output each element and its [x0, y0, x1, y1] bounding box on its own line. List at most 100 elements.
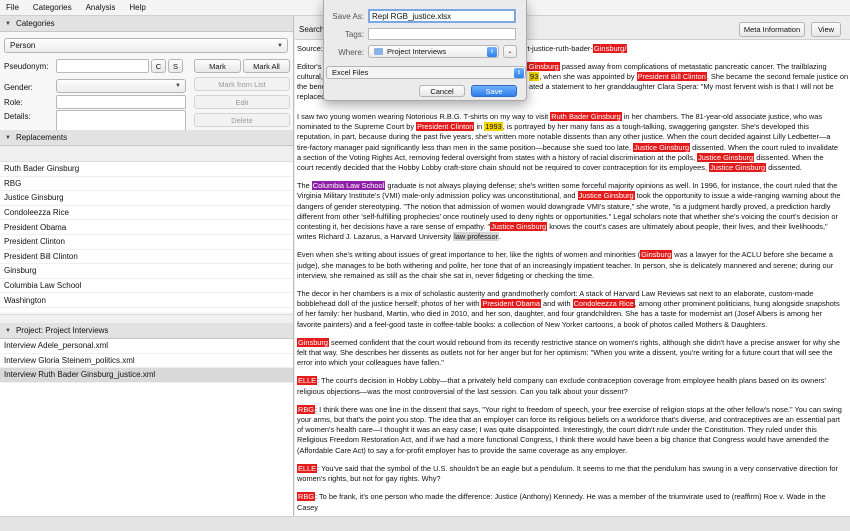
where-select[interactable]: Project Interviews ⇕ — [368, 45, 499, 58]
text-fragment: Even when she's writing about issues of … — [297, 250, 641, 260]
text-fragment: . — [499, 232, 502, 242]
role-input[interactable] — [56, 95, 186, 109]
highlight-date[interactable]: 1993 — [484, 122, 503, 132]
project-header[interactable]: ▼ Project: Project Interviews — [0, 323, 293, 339]
replacements-header-label: Replacements — [15, 133, 68, 142]
text-fragment: I saw two young women wearing Notorious … — [297, 112, 551, 121]
highlight-person[interactable]: President Obama — [481, 299, 541, 309]
where-select-value: Project Interviews — [387, 47, 447, 56]
highlight-date[interactable]: 93 — [529, 72, 540, 81]
save-button[interactable]: Save — [471, 85, 517, 97]
horizontal-scrollbar[interactable] — [0, 314, 293, 323]
save-as-label: Save As: — [332, 12, 364, 21]
delete-button[interactable]: Delete — [194, 113, 290, 127]
list-item[interactable]: RBG — [0, 177, 293, 192]
mark-all-button[interactable]: Mark All — [243, 59, 290, 73]
gender-select[interactable]: ▼ — [56, 79, 186, 93]
collapse-triangle-icon: ▼ — [5, 20, 11, 27]
collapse-triangle-icon: ▼ — [5, 327, 11, 334]
text-fragment: : I think there was one line in the diss… — [297, 404, 842, 455]
category-select-value: Person — [10, 41, 36, 50]
tags-label: Tags: — [344, 30, 364, 39]
highlight-person[interactable]: Justice Ginsburg — [490, 222, 548, 232]
tags-input[interactable] — [368, 28, 516, 40]
highlight-person[interactable]: Justice Ginsburg — [577, 191, 635, 201]
list-item[interactable]: President Clinton — [0, 235, 293, 250]
text-fragment: dissented. — [766, 163, 802, 173]
list-item[interactable]: Ginsburg — [0, 264, 293, 279]
source-label: Source: — [297, 44, 323, 53]
cancel-button[interactable]: Cancel — [419, 85, 465, 97]
menu-file[interactable]: File — [6, 3, 19, 12]
highlight-person[interactable]: Condoleezza Rice — [572, 299, 635, 309]
role-label: Role: — [4, 98, 23, 107]
list-item[interactable]: Columbia Law School — [0, 279, 293, 294]
s-button[interactable]: S — [168, 59, 183, 73]
document-text: Editor's cultural, the bench replaced de… — [297, 62, 848, 521]
paragraph: RBG: I think there was one line in the d… — [297, 404, 842, 456]
save-dialog: Save As: Repl RGB_justice.xlsx Tags: Whe… — [323, 0, 527, 101]
file-format-select[interactable]: Excel Files ⇕ — [326, 66, 526, 79]
text-fragment: : The court's decision in Hobby Lobby—th… — [297, 376, 826, 396]
paragraph: The decor in her chambers is a mix of sc… — [297, 289, 842, 330]
highlight-role[interactable]: law professor — [453, 232, 500, 242]
list-item[interactable]: Washington — [0, 293, 293, 308]
gender-label: Gender: — [4, 83, 33, 92]
menu-categories[interactable]: Categories — [33, 3, 72, 12]
collapse-triangle-icon: ▼ — [5, 134, 11, 141]
chevron-down-icon: ▼ — [277, 42, 283, 49]
c-button[interactable]: C — [151, 59, 166, 73]
highlight-person[interactable]: President Bill Clinton — [636, 72, 707, 81]
edit-button[interactable]: Edit — [194, 95, 290, 109]
project-header-label: Project: Project Interviews — [15, 326, 109, 335]
paragraph: ELLE: You've said that the symbol of the… — [297, 463, 842, 484]
highlight-person[interactable]: Ginsburg — [297, 337, 329, 347]
mark-from-list-button[interactable]: Mark from List — [194, 77, 290, 91]
text-fragment: : You've said that the symbol of the U.S… — [297, 463, 838, 484]
replacements-header[interactable]: ▼ Replacements — [0, 130, 293, 146]
list-item-selected[interactable]: Interview Ruth Bader Ginsburg_justice.xm… — [0, 368, 293, 383]
highlight-person[interactable]: President Clinton — [416, 122, 475, 132]
list-item[interactable]: Interview Gloria Steinem_politics.xml — [0, 354, 293, 369]
project-file-list: Interview Adele_personal.xml Interview G… — [0, 339, 293, 516]
text-fragment: The — [297, 181, 312, 191]
highlight-person[interactable]: Ruth Bader Ginsburg — [550, 112, 622, 121]
list-item[interactable]: Interview Adele_personal.xml — [0, 339, 293, 354]
file-format-value: Excel Files — [332, 68, 369, 77]
highlight-person[interactable]: Justice Ginsburg — [633, 142, 691, 152]
highlight-person[interactable]: ELLE — [297, 463, 318, 473]
up-down-arrows-icon: ⇕ — [487, 46, 497, 57]
mark-button[interactable]: Mark — [194, 59, 241, 73]
menu-help[interactable]: Help — [129, 3, 145, 12]
pseudonym-input[interactable] — [56, 59, 149, 73]
text-fragment: replaced — [297, 92, 326, 101]
highlight-person[interactable]: Justice Ginsburg — [709, 163, 767, 173]
search-label[interactable]: Search — [299, 25, 324, 34]
list-item[interactable]: President Bill Clinton — [0, 250, 293, 265]
meta-information-button[interactable]: Meta Information — [739, 22, 805, 37]
highlight-person[interactable]: Ginsburg — [640, 250, 673, 260]
text-fragment: and with — [541, 299, 573, 309]
save-as-input[interactable]: Repl RGB_justice.xlsx — [368, 9, 516, 23]
highlight-person[interactable]: ELLE — [297, 376, 318, 386]
list-item[interactable]: Justice Ginsburg — [0, 191, 293, 206]
chevron-down-icon: ▼ — [175, 83, 181, 89]
view-button[interactable]: View — [811, 22, 841, 37]
list-item[interactable]: President Obama — [0, 220, 293, 235]
paragraph: Even when she's writing about issues of … — [297, 250, 842, 281]
left-panel: ▼ Categories Person ▼ Pseudonym: C S Mark … — [0, 16, 294, 516]
categories-header-label: Categories — [15, 19, 55, 28]
highlight-person[interactable]: Justice Ginsburg — [697, 152, 755, 162]
highlight-person[interactable]: RBG — [297, 404, 316, 414]
expand-dialog-button[interactable]: ⌄ — [503, 45, 517, 58]
status-bar — [0, 516, 850, 531]
list-item[interactable]: Ruth Bader Ginsburg — [0, 162, 293, 177]
paragraph: I saw two young women wearing Notorious … — [297, 112, 842, 173]
highlight-person[interactable]: RBG — [297, 492, 316, 502]
categories-header[interactable]: ▼ Categories — [0, 16, 293, 32]
menu-analysis[interactable]: Analysis — [86, 3, 116, 12]
highlight-organization[interactable]: Columbia Law School — [311, 181, 386, 191]
where-label: Where: — [338, 48, 364, 57]
list-item[interactable]: Condoleezza Rice — [0, 206, 293, 221]
category-select[interactable]: Person ▼ — [4, 38, 288, 53]
